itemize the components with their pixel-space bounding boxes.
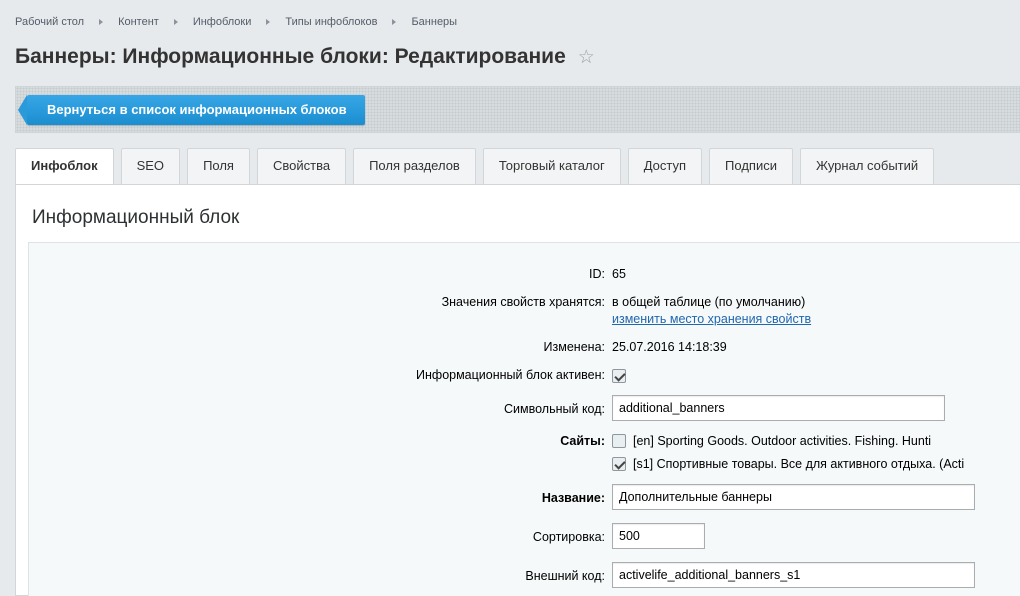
chevron-right-icon	[392, 19, 397, 25]
page-title-wrap: Баннеры: Информационные блоки: Редактиро…	[15, 45, 595, 69]
tab-fields[interactable]: Поля	[187, 148, 250, 184]
form-row-external: Внешний код: activelife_additional_banne…	[29, 562, 1020, 590]
context-toolbar: Вернуться в список информационных блоков	[15, 86, 1020, 133]
change-storage-link[interactable]: изменить место хранения свойств	[612, 312, 811, 326]
breadcrumb-iblock-types[interactable]: Типы инфоблоков	[285, 16, 377, 28]
tab-section-fields[interactable]: Поля разделов	[353, 148, 476, 184]
storage-label: Значения свойств хранятся:	[441, 295, 605, 309]
sort-input[interactable]: 500	[612, 523, 705, 549]
tab-event-log[interactable]: Журнал событий	[799, 148, 935, 184]
star-icon[interactable]: ☆	[578, 46, 595, 69]
code-input[interactable]: additional_banners	[612, 395, 945, 421]
tab-properties[interactable]: Свойства	[256, 148, 347, 184]
breadcrumb: Рабочий стол Контент Инфоблоки Типы инфо…	[15, 16, 457, 28]
modified-label: Изменена:	[543, 340, 605, 354]
sort-label: Сортировка:	[532, 530, 605, 544]
breadcrumb-iblocks[interactable]: Инфоблоки	[193, 16, 252, 28]
modified-value: 25.07.2016 14:18:39	[612, 340, 727, 354]
code-label: Символьный код:	[504, 402, 605, 416]
site-en-checkbox[interactable]	[612, 434, 626, 448]
chevron-right-icon	[173, 19, 178, 25]
external-code-input[interactable]: activelife_additional_banners_s1	[612, 562, 975, 588]
form-row-sort: Сортировка: 500	[29, 523, 1020, 551]
site-s1-checkbox[interactable]	[612, 457, 626, 471]
sites-label: Сайты:	[560, 434, 605, 448]
active-checkbox[interactable]	[612, 368, 626, 383]
name-input[interactable]: Дополнительные баннеры	[612, 484, 975, 510]
tab-iblock[interactable]: Инфоблок	[15, 148, 114, 185]
page-title: Баннеры: Информационные блоки: Редактиро…	[15, 45, 566, 68]
tab-captions[interactable]: Подписи	[709, 148, 793, 184]
id-label: ID:	[589, 267, 605, 281]
tab-trade-catalog[interactable]: Торговый каталог	[482, 148, 621, 184]
tab-seo[interactable]: SEO	[120, 148, 181, 184]
active-checkbox-wrap	[612, 368, 626, 383]
section-title: Информационный блок	[32, 207, 240, 228]
tab-access[interactable]: Доступ	[627, 148, 703, 184]
active-label: Информационный блок активен:	[416, 368, 605, 382]
chevron-right-icon	[99, 19, 104, 25]
storage-value: в общей таблице (по умолчанию)	[612, 295, 806, 309]
form-row-code: Символьный код: additional_banners	[29, 395, 1020, 423]
chevron-right-icon	[266, 19, 271, 25]
breadcrumb-content[interactable]: Контент	[118, 16, 159, 28]
site-option-s1: [s1] Спортивные товары. Все для активног…	[612, 457, 964, 471]
id-value: 65	[612, 267, 626, 281]
breadcrumb-banners[interactable]: Баннеры	[411, 16, 457, 28]
tab-bar: Инфоблок SEO Поля Свойства Поля разделов…	[15, 148, 941, 185]
edit-form: ID: 65 Значения свойств хранятся: в обще…	[28, 242, 1020, 596]
site-en-label: [en] Sporting Goods. Outdoor activities.…	[633, 434, 932, 448]
breadcrumb-desktop[interactable]: Рабочий стол	[15, 16, 84, 28]
form-row-name: Название: Дополнительные баннеры	[29, 484, 1020, 512]
back-to-list-button[interactable]: Вернуться в список информационных блоков	[18, 95, 365, 125]
site-s1-label: [s1] Спортивные товары. Все для активног…	[633, 457, 965, 471]
tab-panel: Информационный блок ID: 65 Значения свой…	[15, 184, 1020, 596]
external-label: Внешний код:	[525, 569, 605, 583]
name-label: Название:	[541, 491, 605, 505]
site-option-en: [en] Sporting Goods. Outdoor activities.…	[612, 434, 931, 448]
